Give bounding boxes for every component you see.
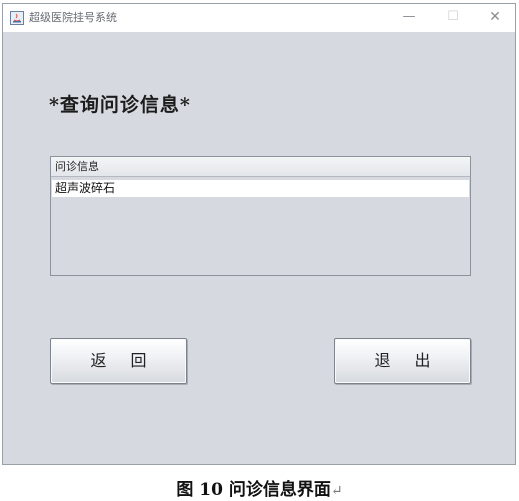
back-button[interactable]: 返回 xyxy=(50,338,187,384)
window-title: 超级医院挂号系统 xyxy=(29,11,117,24)
list-header: 问诊信息 xyxy=(51,157,470,177)
list-item[interactable]: 超声波碎石 xyxy=(52,180,469,197)
close-button[interactable]: ✕ xyxy=(473,4,517,32)
app-window: 超级医院挂号系统 — ☐ ✕ *查询问诊信息* 问诊信息 超声波碎石 返回 退出 xyxy=(2,3,516,465)
return-mark-icon: ↵ xyxy=(330,483,343,499)
title-bar[interactable]: 超级医院挂号系统 — ☐ ✕ xyxy=(3,4,515,32)
maximize-button[interactable]: ☐ xyxy=(431,4,475,32)
minimize-button[interactable]: — xyxy=(387,4,431,32)
page-heading: *查询问诊信息* xyxy=(49,94,191,116)
figure-caption: 图 10 问诊信息界面↵ xyxy=(0,475,519,500)
consultation-list[interactable]: 问诊信息 超声波碎石 xyxy=(50,156,471,276)
exit-button[interactable]: 退出 xyxy=(334,338,471,384)
java-app-icon xyxy=(10,11,24,25)
caption-text: 图 10 问诊信息界面 xyxy=(176,480,331,500)
